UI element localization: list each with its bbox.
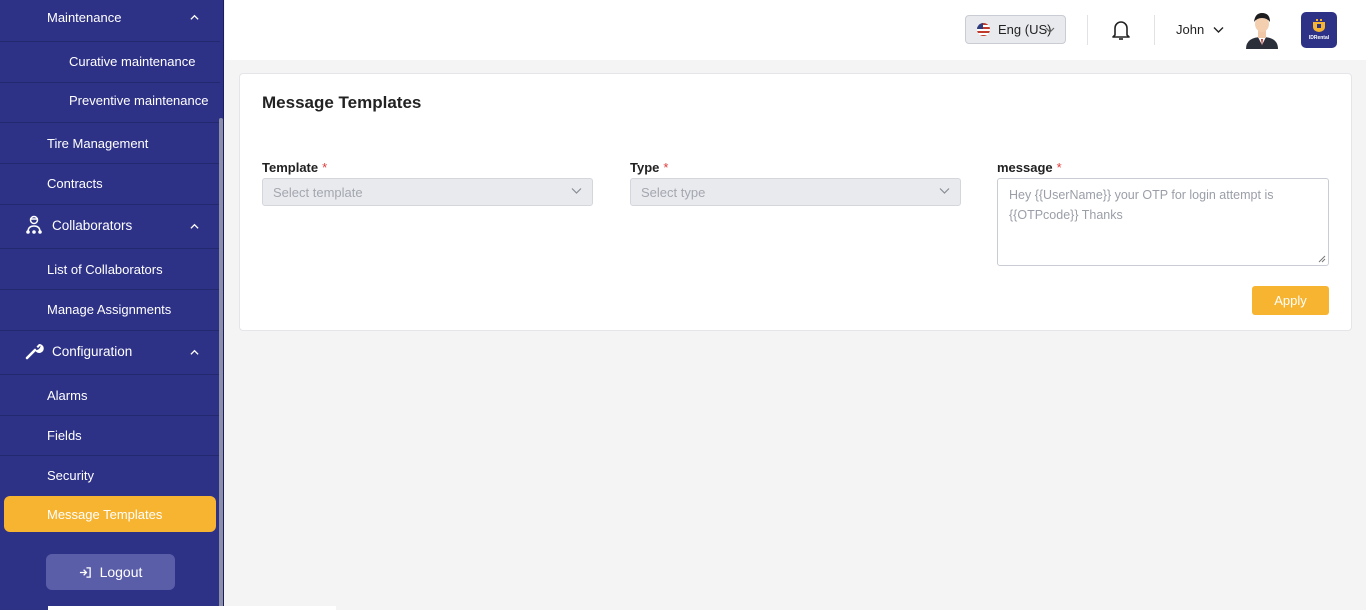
required-marker: * <box>322 160 328 175</box>
collaborators-icon <box>24 215 44 235</box>
required-marker: * <box>663 160 669 175</box>
sidebar-item-list-of-collaborators[interactable]: List of Collaborators <box>47 262 163 277</box>
message-label-text: message <box>997 160 1053 175</box>
resize-handle-icon[interactable] <box>1318 255 1326 263</box>
divider <box>0 248 220 249</box>
logout-icon <box>79 566 91 578</box>
user-menu[interactable]: John <box>1176 22 1224 37</box>
chevron-down-icon <box>1045 27 1055 33</box>
us-flag-icon <box>977 23 990 36</box>
chevron-down-icon <box>939 188 950 194</box>
divider <box>1087 15 1088 45</box>
brand-logo: IDRental <box>1301 12 1337 48</box>
divider <box>1154 15 1155 45</box>
brand-name: IDRental <box>1308 35 1330 41</box>
chevron-up-icon[interactable] <box>190 222 199 231</box>
template-label: Template * <box>262 160 327 175</box>
logout-button[interactable]: Logout <box>46 554 175 590</box>
sidebar-item-label: Message Templates <box>47 507 163 522</box>
message-label: message * <box>997 160 1062 175</box>
sidebar-item-security[interactable]: Security <box>47 468 94 483</box>
type-placeholder: Select type <box>641 185 706 200</box>
chevron-down-icon <box>1213 26 1224 33</box>
sidebar-group-collaborators[interactable]: Collaborators <box>24 215 132 235</box>
chevron-down-icon <box>571 188 582 194</box>
divider <box>0 41 220 42</box>
sidebar-item-message-templates[interactable]: Message Templates <box>4 496 216 532</box>
required-marker: * <box>1056 160 1062 175</box>
sidebar-item-curative-maintenance[interactable]: Curative maintenance <box>69 54 195 69</box>
horizontal-scrollbar[interactable] <box>48 606 336 610</box>
template-label-text: Template <box>262 160 319 175</box>
top-header: Eng (US) John IDRental <box>225 0 1366 60</box>
page-title: Message Templates <box>262 93 422 112</box>
logout-label: Logout <box>99 564 143 580</box>
sidebar-group-maintenance[interactable]: Maintenance <box>47 10 121 25</box>
sidebar-item-alarms[interactable]: Alarms <box>47 388 87 403</box>
sidebar-item-tire-management[interactable]: Tire Management <box>47 136 148 151</box>
bell-icon[interactable] <box>1111 19 1131 41</box>
sidebar-item-preventive-maintenance[interactable]: Preventive maintenance <box>69 93 208 108</box>
sidebar-group-label: Collaborators <box>52 217 133 233</box>
template-placeholder: Select template <box>273 185 363 200</box>
divider <box>0 330 220 331</box>
divider <box>0 82 220 83</box>
message-placeholder: Hey {{UserName}} your OTP for login atte… <box>1009 188 1274 222</box>
message-textarea[interactable]: Hey {{UserName}} your OTP for login atte… <box>997 178 1329 266</box>
message-templates-card: Message Templates Template * Select templ… <box>239 73 1352 331</box>
type-label-text: Type <box>630 160 660 175</box>
divider <box>0 374 220 375</box>
type-select[interactable]: Select type <box>630 178 961 206</box>
sidebar-item-fields[interactable]: Fields <box>47 428 82 443</box>
divider <box>0 204 220 205</box>
sidebar-item-manage-assignments[interactable]: Manage Assignments <box>47 302 171 317</box>
chevron-up-icon[interactable] <box>190 348 199 357</box>
chevron-up-icon[interactable] <box>190 13 199 22</box>
user-name: John <box>1176 22 1205 37</box>
divider <box>0 415 220 416</box>
sidebar-scrollbar[interactable] <box>219 118 223 610</box>
divider <box>0 289 220 290</box>
apply-button[interactable]: Apply <box>1252 286 1329 315</box>
language-label: Eng (US) <box>998 22 1052 37</box>
sidebar-group-configuration[interactable]: Configuration <box>24 341 132 361</box>
type-label: Type * <box>630 160 668 175</box>
apply-label: Apply <box>1274 293 1307 308</box>
sidebar-group-label: Configuration <box>52 343 133 359</box>
divider <box>0 455 220 456</box>
divider <box>0 163 220 164</box>
divider <box>0 122 220 123</box>
language-selector[interactable]: Eng (US) <box>965 15 1066 44</box>
avatar[interactable] <box>1244 11 1280 49</box>
brand-icon <box>1313 19 1325 32</box>
wrench-icon <box>24 341 44 361</box>
template-select[interactable]: Select template <box>262 178 593 206</box>
sidebar: Maintenance Curative maintenance Prevent… <box>0 0 224 610</box>
sidebar-item-contracts[interactable]: Contracts <box>47 176 103 191</box>
